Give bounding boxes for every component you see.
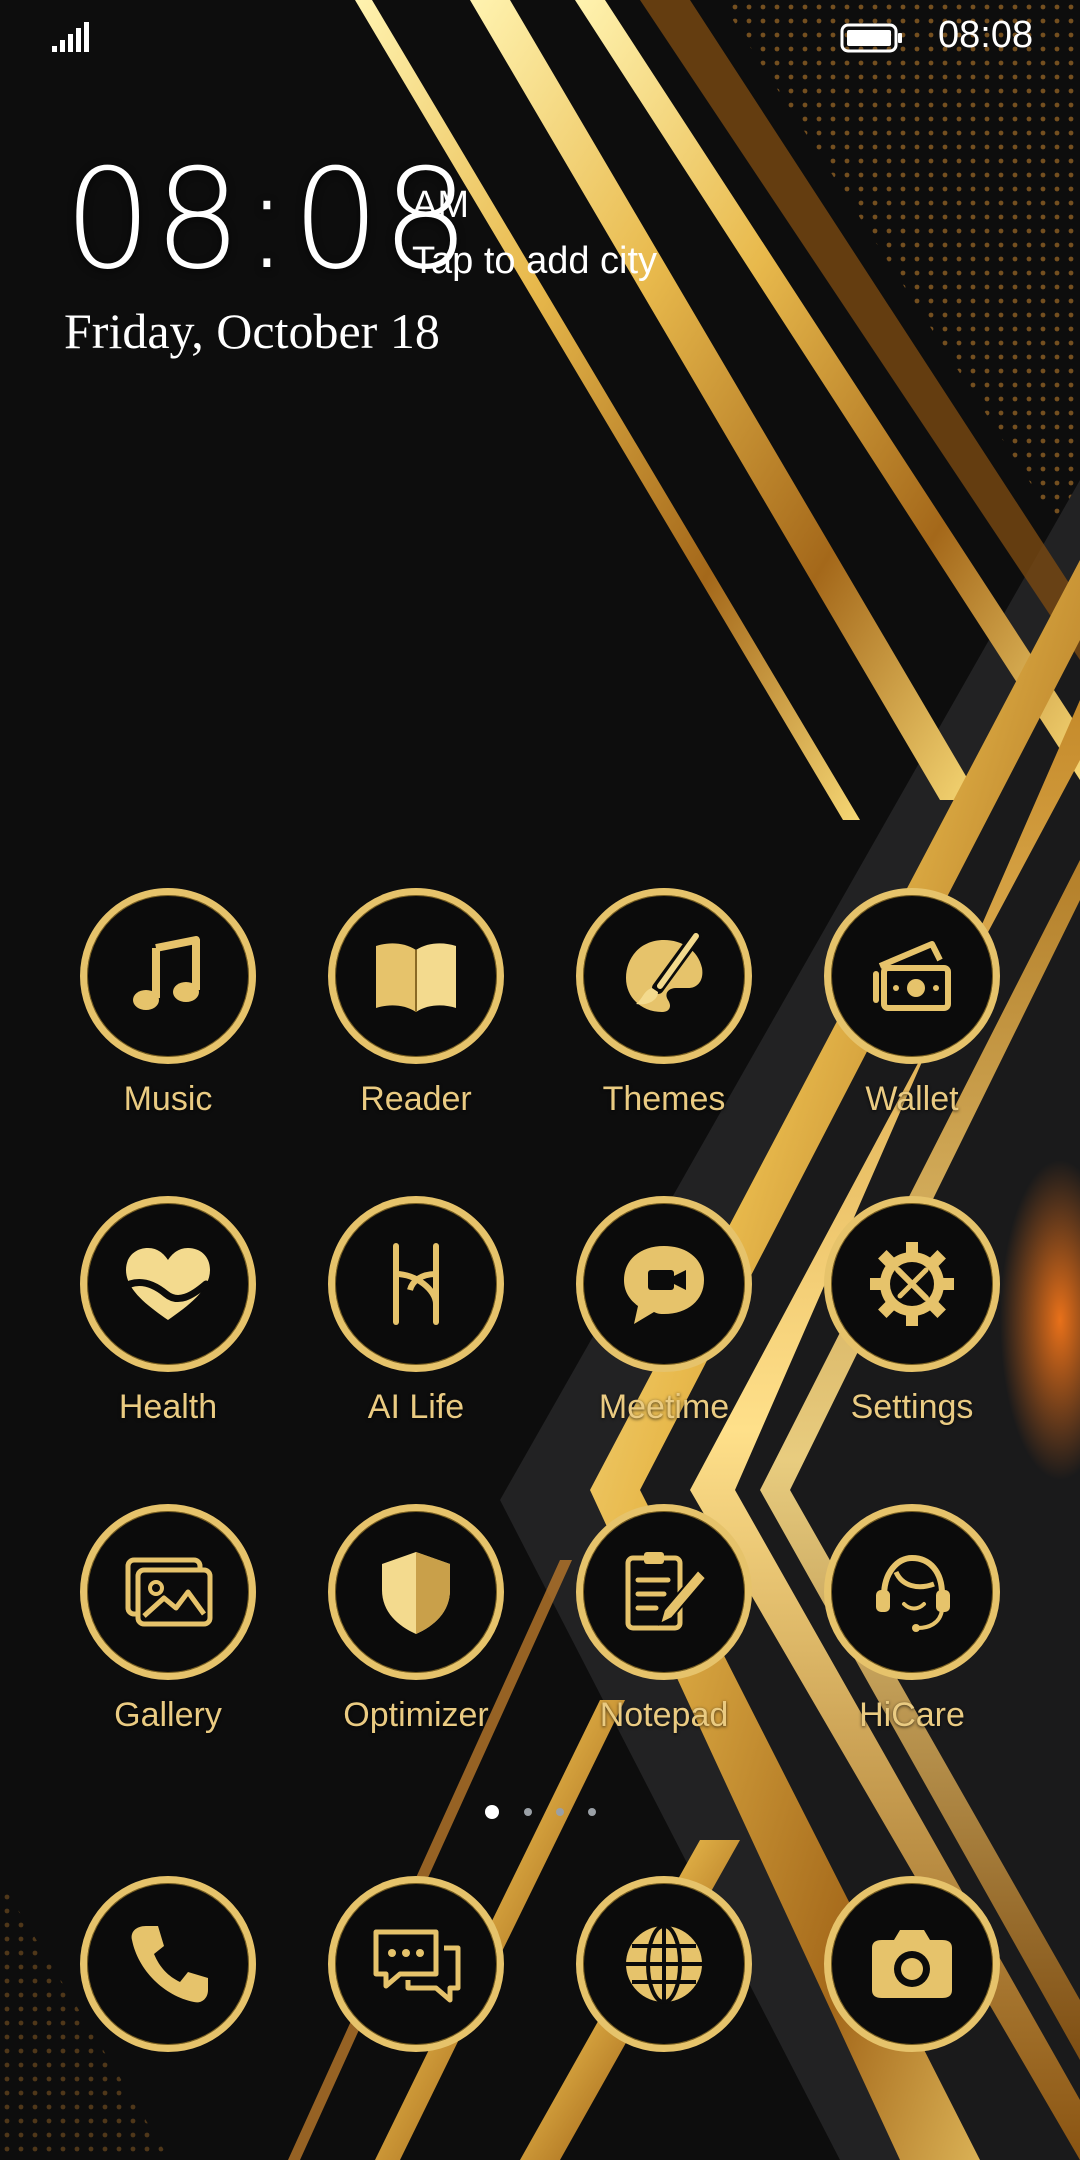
page-dot-active[interactable] xyxy=(485,1805,499,1819)
heart-icon xyxy=(126,1248,210,1320)
dock-messages[interactable] xyxy=(292,1876,540,2052)
app-icon-circle[interactable] xyxy=(328,1876,504,2052)
app-gallery[interactable]: Gallery xyxy=(44,1504,292,1735)
app-label: Notepad xyxy=(599,1696,729,1734)
app-health[interactable]: Health xyxy=(44,1196,292,1427)
app-label: Gallery xyxy=(114,1696,222,1734)
app-themes[interactable]: Themes xyxy=(540,888,788,1119)
app-icon-circle[interactable] xyxy=(328,1196,504,1372)
app-wallet[interactable]: Wallet xyxy=(788,888,1036,1119)
dock-phone[interactable] xyxy=(44,1876,292,2052)
app-icon-circle[interactable] xyxy=(80,1876,256,2052)
app-icon-circle[interactable] xyxy=(824,1504,1000,1680)
app-label: HiCare xyxy=(859,1696,965,1734)
app-label: Optimizer xyxy=(343,1696,489,1734)
app-settings[interactable]: Settings xyxy=(788,1196,1036,1427)
signal-bars-icon xyxy=(52,22,89,52)
app-label: Wallet xyxy=(865,1080,959,1118)
app-ai-life[interactable]: AI Life xyxy=(292,1196,540,1427)
battery-icon xyxy=(840,23,902,53)
clock-time[interactable]: 08:08 xyxy=(64,150,472,290)
shield-icon xyxy=(382,1552,450,1634)
app-hicare[interactable]: HiCare xyxy=(788,1504,1036,1735)
app-label: Reader xyxy=(360,1080,472,1118)
app-icon-circle[interactable] xyxy=(824,1876,1000,2052)
app-label: Music xyxy=(123,1080,213,1118)
dock xyxy=(0,1876,1080,2060)
app-optimizer[interactable]: Optimizer xyxy=(292,1504,540,1735)
app-notepad[interactable]: Notepad xyxy=(540,1504,788,1735)
app-row: Health AI Life Meetime Settings xyxy=(0,1196,1080,1504)
app-icon-circle[interactable] xyxy=(80,1504,256,1680)
app-label: Themes xyxy=(602,1080,726,1118)
clock-date[interactable]: Friday, October 18 xyxy=(64,302,440,360)
page-dot[interactable] xyxy=(524,1808,532,1816)
app-icon-circle[interactable] xyxy=(576,1876,752,2052)
app-grid: Music Reader Themes Wallet Health AI Lif… xyxy=(0,888,1080,1812)
video-chat-icon xyxy=(624,1246,704,1324)
camera-icon xyxy=(872,1930,952,1998)
status-bar-time: 08:08 xyxy=(938,14,1034,56)
page-dot[interactable] xyxy=(556,1808,564,1816)
app-icon-circle[interactable] xyxy=(328,1504,504,1680)
app-icon-circle[interactable] xyxy=(576,1504,752,1680)
page-indicator[interactable] xyxy=(480,1804,600,1820)
app-music[interactable]: Music xyxy=(44,888,292,1119)
app-label: Health xyxy=(118,1388,218,1426)
clock-widget[interactable]: 08:08 AM Tap to add city xyxy=(64,150,657,290)
music-note-icon xyxy=(133,936,200,1010)
app-label: AI Life xyxy=(367,1388,465,1426)
browser-globe-icon xyxy=(626,1924,702,2004)
notepad-pencil-icon xyxy=(625,1552,708,1631)
app-icon-circle[interactable] xyxy=(80,1196,256,1372)
headset-icon xyxy=(876,1554,950,1632)
paintbrush-palette-icon xyxy=(626,930,703,1012)
messages-icon xyxy=(373,1929,461,2003)
app-row: Gallery Optimizer Notepad HiCare xyxy=(0,1504,1080,1812)
page-dot[interactable] xyxy=(588,1808,596,1816)
app-icon-circle[interactable] xyxy=(576,888,752,1064)
app-row: Music Reader Themes Wallet xyxy=(0,888,1080,1196)
clock-ampm: AM xyxy=(412,184,469,226)
app-icon-circle[interactable] xyxy=(80,888,256,1064)
book-icon xyxy=(376,943,456,1012)
dock-browser[interactable] xyxy=(540,1876,788,2052)
app-icon-circle[interactable] xyxy=(576,1196,752,1372)
app-meetime[interactable]: Meetime xyxy=(540,1196,788,1427)
wallet-icon xyxy=(873,941,951,1011)
app-label: Settings xyxy=(850,1388,974,1426)
status-bar: 08:08 xyxy=(0,0,1080,76)
dock-camera[interactable] xyxy=(788,1876,1036,2052)
phone-icon xyxy=(131,1926,208,2003)
app-label: Meetime xyxy=(598,1388,730,1426)
ai-life-icon xyxy=(393,1243,439,1325)
image-icon xyxy=(125,1557,213,1627)
app-icon-circle[interactable] xyxy=(328,888,504,1064)
app-reader[interactable]: Reader xyxy=(292,888,540,1119)
add-city-link[interactable]: Tap to add city xyxy=(412,240,657,283)
app-icon-circle[interactable] xyxy=(824,888,1000,1064)
gear-tools-icon xyxy=(870,1242,954,1326)
app-icon-circle[interactable] xyxy=(824,1196,1000,1372)
